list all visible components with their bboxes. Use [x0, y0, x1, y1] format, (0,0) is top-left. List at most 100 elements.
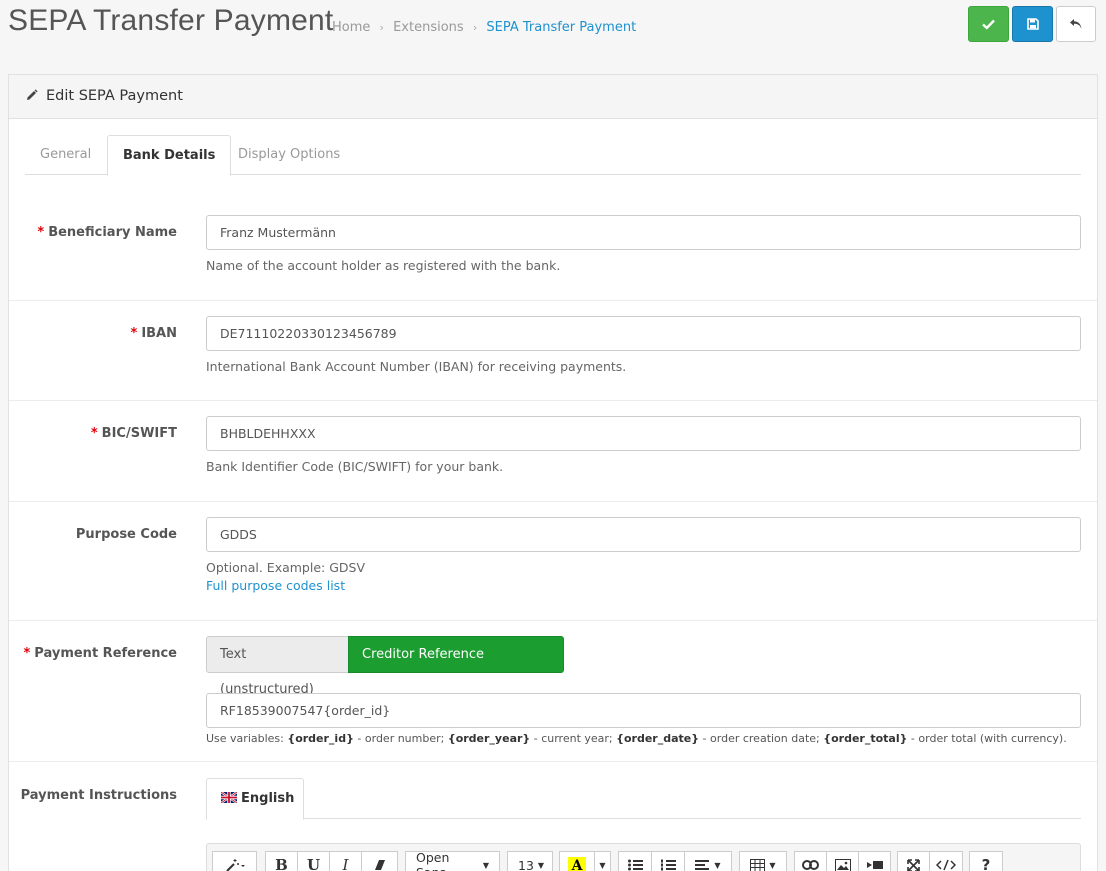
help-prefix: Use variables: — [206, 732, 288, 745]
iban-label: * IBAN — [9, 326, 178, 341]
caret-down-icon: ▼ — [537, 860, 545, 870]
font-size-value: 13 — [518, 857, 534, 871]
tab-bank-details[interactable]: Bank Details — [107, 135, 232, 176]
paragraph-align-button[interactable]: ▼ — [684, 851, 732, 871]
unordered-list-button[interactable] — [618, 851, 652, 871]
required-mark: * — [37, 225, 45, 240]
variable-desc: - current year; — [530, 732, 617, 745]
reference-type-creditor-option[interactable]: Creditor Reference (structured) — [348, 636, 564, 697]
back-button[interactable] — [1056, 6, 1096, 42]
floppy-disk-icon — [1026, 18, 1039, 30]
row-divider — [9, 501, 1097, 502]
purpose-code-help: Optional. Example: GDSV — [206, 560, 366, 575]
font-family-value: Open Sans — [416, 850, 450, 871]
tab-general[interactable]: General — [25, 135, 106, 175]
beneficiary-name-input[interactable]: Franz Mustermänn — [206, 215, 1081, 250]
payment-reference-label-text: Payment Reference — [34, 646, 177, 661]
bic-swift-label-text: BIC/SWIFT — [101, 426, 177, 441]
purpose-code-input[interactable]: GDDS — [206, 517, 1081, 552]
ordered-list-button[interactable] — [651, 851, 685, 871]
row-divider — [9, 400, 1097, 401]
font-size-select[interactable]: 13 ▼ — [507, 851, 553, 871]
caret-down-icon: ▼ — [482, 860, 489, 870]
caret-down-icon: ▼ — [714, 860, 721, 870]
eraser-icon — [374, 860, 385, 870]
breadcrumb-current[interactable]: SEPA Transfer Payment — [486, 20, 636, 35]
link-button[interactable] — [794, 851, 827, 871]
video-button[interactable] — [858, 851, 891, 871]
check-icon — [982, 19, 995, 30]
tab-display-options[interactable]: Display Options — [223, 135, 355, 175]
payment-reference-label: * Payment Reference — [9, 646, 177, 661]
iban-help: International Bank Account Number (IBAN)… — [206, 359, 627, 374]
payment-reference-input[interactable]: RF18539007547{order_id} — [206, 693, 1081, 728]
video-icon — [866, 861, 883, 869]
clear-format-button[interactable] — [361, 851, 398, 871]
beneficiary-name-help: Name of the account holder as registered… — [206, 258, 561, 273]
row-divider — [9, 620, 1097, 621]
code-icon — [936, 859, 956, 871]
payment-instructions-label: Payment Instructions — [20, 788, 177, 803]
reply-icon — [1070, 19, 1082, 29]
bic-swift-help: Bank Identifier Code (BIC/SWIFT) for you… — [206, 459, 504, 474]
image-button[interactable] — [826, 851, 859, 871]
purpose-codes-link[interactable]: Full purpose codes list — [206, 578, 345, 593]
underline-button[interactable]: U — [297, 851, 330, 871]
numbered-list-icon — [660, 859, 676, 871]
payment-reference-help: Use variables: {order_id} - order number… — [206, 732, 1067, 745]
language-tab-english[interactable]: English — [206, 778, 304, 820]
expand-icon — [907, 858, 920, 871]
rich-text-editor: B U I Open Sans▼ 13▼ A ▼ ▼ ▼ — [206, 843, 1081, 871]
required-mark: * — [130, 326, 138, 341]
italic-button[interactable]: I — [329, 851, 362, 871]
save-button[interactable] — [968, 6, 1009, 42]
row-divider — [9, 300, 1097, 301]
text-color-button[interactable]: A — [559, 851, 595, 871]
magic-wand-icon — [225, 859, 245, 871]
text-color-dropdown[interactable]: ▼ — [594, 851, 611, 871]
table-icon — [750, 858, 766, 871]
font-family-select[interactable]: Open Sans ▼ — [405, 850, 500, 871]
purpose-code-label: Purpose Code — [75, 527, 177, 542]
bic-swift-input[interactable]: BHBLDEHHXXX — [206, 416, 1081, 451]
text-color-icon: A — [568, 857, 586, 871]
breadcrumb: Home › Extensions › SEPA Transfer Paymen… — [332, 20, 636, 35]
link-icon — [802, 860, 819, 870]
tab-bar: General Bank Details Display Options — [25, 135, 1081, 176]
apply-button[interactable] — [1012, 6, 1053, 42]
uk-flag-icon — [221, 792, 237, 803]
svg-text:A: A — [571, 858, 584, 871]
bold-button[interactable]: B — [265, 851, 298, 871]
magic-wand-button[interactable] — [212, 851, 257, 871]
required-mark: * — [23, 646, 31, 661]
variable-order-total: {order_total} — [823, 732, 908, 745]
page-title: SEPA Transfer Payment — [8, 4, 334, 37]
table-button[interactable]: ▼ — [739, 851, 787, 871]
image-icon — [834, 858, 851, 871]
language-tab-label: English — [241, 791, 295, 806]
required-mark: * — [90, 426, 98, 441]
fullscreen-button[interactable] — [897, 851, 930, 871]
beneficiary-name-label: * Beneficiary Name — [9, 225, 177, 240]
page-header: SEPA Transfer Payment Home › Extensions … — [0, 0, 1106, 58]
breadcrumb-home[interactable]: Home — [332, 20, 370, 35]
variable-order-date: {order_date} — [616, 732, 700, 745]
variable-order-id: {order_id} — [287, 732, 354, 745]
bullet-list-icon — [627, 859, 643, 871]
breadcrumb-extensions[interactable]: Extensions — [393, 20, 464, 35]
edit-panel: Edit SEPA Payment General Bank Details D… — [8, 74, 1098, 871]
reference-type-text-option[interactable]: Text (unstructured) — [206, 636, 349, 697]
caret-down-icon: ▼ — [599, 860, 606, 870]
breadcrumb-separator: › — [472, 21, 478, 34]
bic-swift-label: * BIC/SWIFT — [9, 426, 177, 441]
breadcrumb-separator: › — [379, 21, 384, 34]
language-tab-bar: English — [206, 778, 1081, 820]
code-view-button[interactable] — [929, 851, 963, 871]
variable-desc: - order creation date; — [699, 732, 824, 745]
variable-desc: - order number; — [353, 732, 448, 745]
iban-input[interactable]: DE71110220330123456789 — [206, 316, 1081, 351]
variable-order-year: {order_year} — [447, 732, 531, 745]
panel-title: Edit SEPA Payment — [46, 88, 183, 104]
help-button[interactable]: ? — [969, 851, 1003, 871]
align-left-icon — [695, 860, 710, 870]
